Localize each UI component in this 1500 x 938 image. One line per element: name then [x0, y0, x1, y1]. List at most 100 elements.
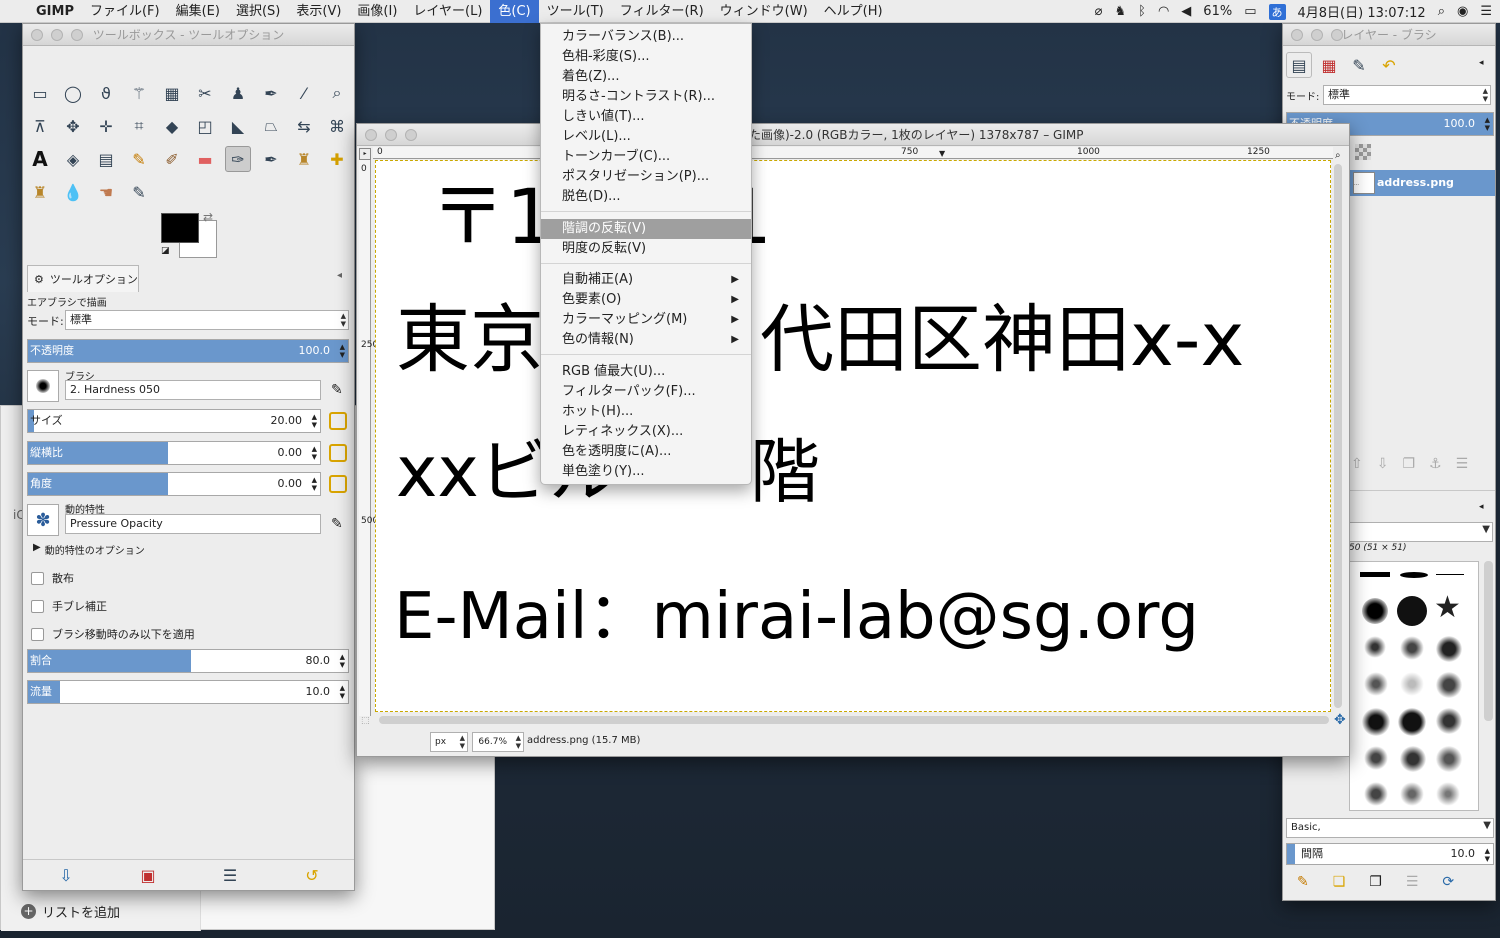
blend-tool-icon[interactable]: ▤ — [93, 146, 119, 172]
save-options-icon[interactable]: ⇩ — [53, 862, 79, 888]
brush-texture-4[interactable] — [1364, 672, 1388, 696]
reset-angle-icon[interactable] — [329, 475, 347, 493]
rect-select-tool-icon[interactable]: ▭ — [27, 80, 53, 106]
align-tool-icon[interactable]: ✛ — [93, 113, 119, 139]
unit-select[interactable]: px ▲ ▼ — [430, 732, 468, 752]
angle-slider[interactable]: 角度 0.00 ▲ ▼ — [27, 472, 321, 496]
raise-layer-icon[interactable]: ⇧ — [1351, 456, 1363, 472]
channels-tab-icon[interactable]: ▦ — [1316, 52, 1342, 78]
menu-tools[interactable]: ツール(T) — [539, 0, 612, 23]
flip-tool-icon[interactable]: ⇆ — [291, 113, 317, 139]
battery-icon[interactable]: ▭ — [1244, 4, 1256, 19]
brush-texture-8[interactable] — [1398, 708, 1426, 736]
brush-texture-3[interactable] — [1436, 636, 1462, 662]
quick-mask-toggle-icon[interactable]: ⬚ — [361, 716, 370, 726]
rate-slider[interactable]: 割合 80.0 ▲ ▼ — [27, 649, 349, 673]
horizontal-scrollbar[interactable] — [379, 716, 1329, 724]
dynamics-options-expander[interactable]: ▶ 動的特性のオプション — [33, 542, 145, 557]
horizontal-ruler[interactable]: 0 750 1000 1250 ▼ — [373, 147, 1333, 159]
menu-help[interactable]: ヘルプ(H) — [816, 0, 891, 23]
menu-item-max-rgb[interactable]: RGB 値最大(U)... — [541, 362, 751, 382]
undo-history-tab-icon[interactable]: ↶ — [1376, 52, 1402, 78]
restore-options-icon[interactable]: ▣ — [135, 862, 161, 888]
dock-menu-icon[interactable]: ◂ — [1479, 58, 1484, 68]
menu-view[interactable]: 表示(V) — [288, 0, 349, 23]
layers-tab-icon[interactable]: ▤ — [1286, 52, 1312, 78]
menu-item-brightness-contrast[interactable]: 明るさ-コントラスト(R)... — [541, 87, 751, 107]
lock-alpha-icon[interactable] — [1355, 144, 1371, 160]
apply-jitter-checkbox[interactable]: ブラシ移動時のみ以下を適用 — [31, 626, 195, 642]
shear-tool-icon[interactable]: ◣ — [225, 113, 251, 139]
aspect-slider[interactable]: 縦横比 0.00 ▲ ▼ — [27, 441, 321, 465]
smooth-checkbox[interactable]: 手ブレ補正 — [31, 598, 107, 614]
brush-soft-circle[interactable] — [1362, 598, 1388, 624]
brush-grid[interactable]: ★ — [1349, 561, 1479, 811]
paperclip-icon[interactable]: ⌀ — [1095, 4, 1103, 19]
brush-view-select[interactable]: ▼ — [1349, 522, 1493, 542]
size-slider[interactable]: サイズ 20.00 ▲ ▼ — [27, 409, 321, 433]
brush-preview-button[interactable] — [27, 370, 59, 402]
menu-item-threshold[interactable]: しきい値(T)... — [541, 107, 751, 127]
dynamics-button[interactable]: ✽ — [27, 504, 59, 536]
scale-tool-icon[interactable]: ◰ — [192, 113, 218, 139]
brush-texture-10[interactable] — [1364, 746, 1388, 770]
brush-hard-circle[interactable] — [1397, 596, 1427, 626]
duplicate-layer-icon[interactable]: ❐ — [1402, 456, 1415, 472]
flow-slider[interactable]: 流量 10.0 ▲ ▼ — [27, 680, 349, 704]
quick-mask-menu-icon[interactable]: ▸ — [359, 148, 371, 160]
rotate-tool-icon[interactable]: ◆ — [159, 113, 185, 139]
zoom-button[interactable] — [405, 129, 417, 141]
close-button[interactable] — [365, 129, 377, 141]
smudge-tool-icon[interactable]: ☚ — [93, 179, 119, 205]
move-tool-icon[interactable]: ✥ — [60, 113, 86, 139]
delete-brush-icon[interactable]: ☰ — [1406, 874, 1419, 890]
swap-colors-icon[interactable]: ⇄ — [203, 210, 213, 224]
menu-item-components[interactable]: 色要素(O) ▶ — [541, 290, 751, 310]
new-brush-icon[interactable]: ❏ — [1333, 874, 1346, 890]
brush-line-3[interactable] — [1436, 574, 1464, 575]
menu-select[interactable]: 選択(S) — [228, 0, 288, 23]
edit-dynamics-icon[interactable]: ✎ — [331, 516, 343, 532]
refresh-brushes-icon[interactable]: ⟳ — [1442, 874, 1454, 890]
fuzzy-select-tool-icon[interactable]: ⚚ — [126, 80, 152, 106]
input-method-indicator[interactable]: あ — [1268, 3, 1286, 20]
default-colors-icon[interactable]: ◪ — [161, 246, 170, 256]
scatter-checkbox[interactable]: 散布 — [31, 570, 74, 586]
zoom-button[interactable] — [71, 29, 83, 41]
brush-texture-1[interactable] — [1364, 636, 1386, 658]
opacity-slider[interactable]: 不透明度 100.0 ▲ ▼ — [27, 339, 349, 363]
menu-item-info[interactable]: 色の情報(N) ▶ — [541, 330, 751, 350]
reset-aspect-icon[interactable] — [329, 444, 347, 462]
brush-texture-5[interactable] — [1400, 672, 1424, 696]
menu-item-hot[interactable]: ホット(H)... — [541, 402, 751, 422]
tab-menu-icon[interactable]: ◂ — [337, 270, 342, 281]
perspective-tool-icon[interactable]: ⏢ — [258, 113, 284, 139]
ellipse-select-tool-icon[interactable]: ◯ — [60, 80, 86, 106]
anchor-layer-icon[interactable]: ⚓ — [1429, 456, 1442, 472]
scissors-tool-icon[interactable]: ✂ — [192, 80, 218, 106]
navigate-icon[interactable]: ✥ — [1334, 712, 1346, 728]
vertical-ruler[interactable]: 0 250 500 — [359, 160, 378, 716]
brush-texture-6[interactable] — [1436, 672, 1462, 698]
menu-item-levels[interactable]: レベル(L)... — [541, 127, 751, 147]
vertical-scrollbar[interactable] — [1334, 164, 1342, 708]
menu-item-posterize[interactable]: ポスタリゼーション(P)... — [541, 167, 751, 187]
minimize-button[interactable] — [51, 29, 63, 41]
brush-texture-15[interactable] — [1436, 782, 1460, 806]
menu-item-desaturate[interactable]: 脱色(D)... — [541, 187, 751, 207]
brush-star-icon[interactable]: ★ — [1434, 590, 1461, 625]
brush-texture-14[interactable] — [1400, 782, 1424, 806]
menu-item-filter-pack[interactable]: フィルターパック(F)... — [541, 382, 751, 402]
delete-options-icon[interactable]: ☰ — [217, 862, 243, 888]
brush-texture-2[interactable] — [1400, 636, 1424, 660]
dodge-burn-tool-icon[interactable]: ✎ — [126, 179, 152, 205]
menu-item-hue-saturation[interactable]: 色相-彩度(S)... — [541, 47, 751, 67]
menu-item-color-to-alpha[interactable]: 色を透明度に(A)... — [541, 442, 751, 462]
eraser-tool-icon[interactable]: ▬ — [192, 146, 218, 172]
edit-brush-icon[interactable]: ✎ — [1297, 874, 1309, 890]
minimize-button[interactable] — [385, 129, 397, 141]
paths-tool-icon[interactable]: ✒ — [258, 80, 284, 106]
volume-icon[interactable]: ◀ — [1181, 4, 1191, 19]
brush-grid-scrollbar[interactable] — [1484, 561, 1493, 721]
menu-file[interactable]: ファイル(F) — [82, 0, 168, 23]
